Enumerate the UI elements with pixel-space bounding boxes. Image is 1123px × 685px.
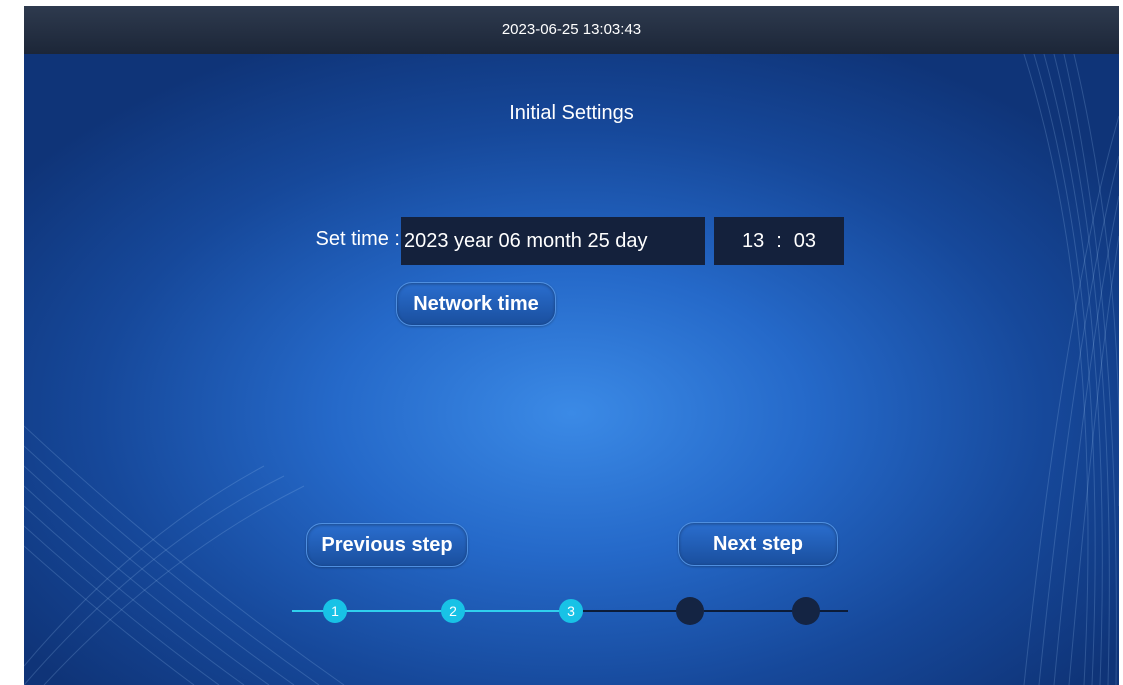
set-time-label: Set time : — [315, 228, 400, 250]
step-1-indicator: 1 — [323, 599, 347, 623]
time-separator: : — [776, 230, 782, 252]
previous-step-button[interactable]: Previous step — [306, 523, 468, 567]
step-connector — [818, 610, 848, 612]
step-connector — [704, 610, 804, 612]
time-field[interactable]: 13:03 — [714, 217, 844, 265]
screen: 2023-06-25 13:03:43 Initial Settings Set… — [24, 6, 1119, 685]
step-4-indicator — [676, 597, 704, 625]
step-5-indicator — [792, 597, 820, 625]
step-connector — [346, 610, 452, 612]
page-title: Initial Settings — [509, 102, 634, 124]
step-2-indicator: 2 — [441, 599, 465, 623]
status-bar: 2023-06-25 13:03:43 — [24, 6, 1119, 54]
step-connector — [464, 610, 570, 612]
network-time-button[interactable]: Network time — [396, 282, 556, 326]
hour-value[interactable]: 13 — [742, 217, 764, 265]
status-datetime: 2023-06-25 13:03:43 — [501, 21, 642, 38]
next-step-button[interactable]: Next step — [678, 522, 838, 566]
step-connector — [582, 610, 690, 612]
step-connector — [292, 610, 334, 612]
step-3-indicator: 3 — [559, 599, 583, 623]
minute-value[interactable]: 03 — [794, 217, 816, 265]
date-field[interactable]: 2023 year 06 month 25 day — [401, 217, 705, 265]
